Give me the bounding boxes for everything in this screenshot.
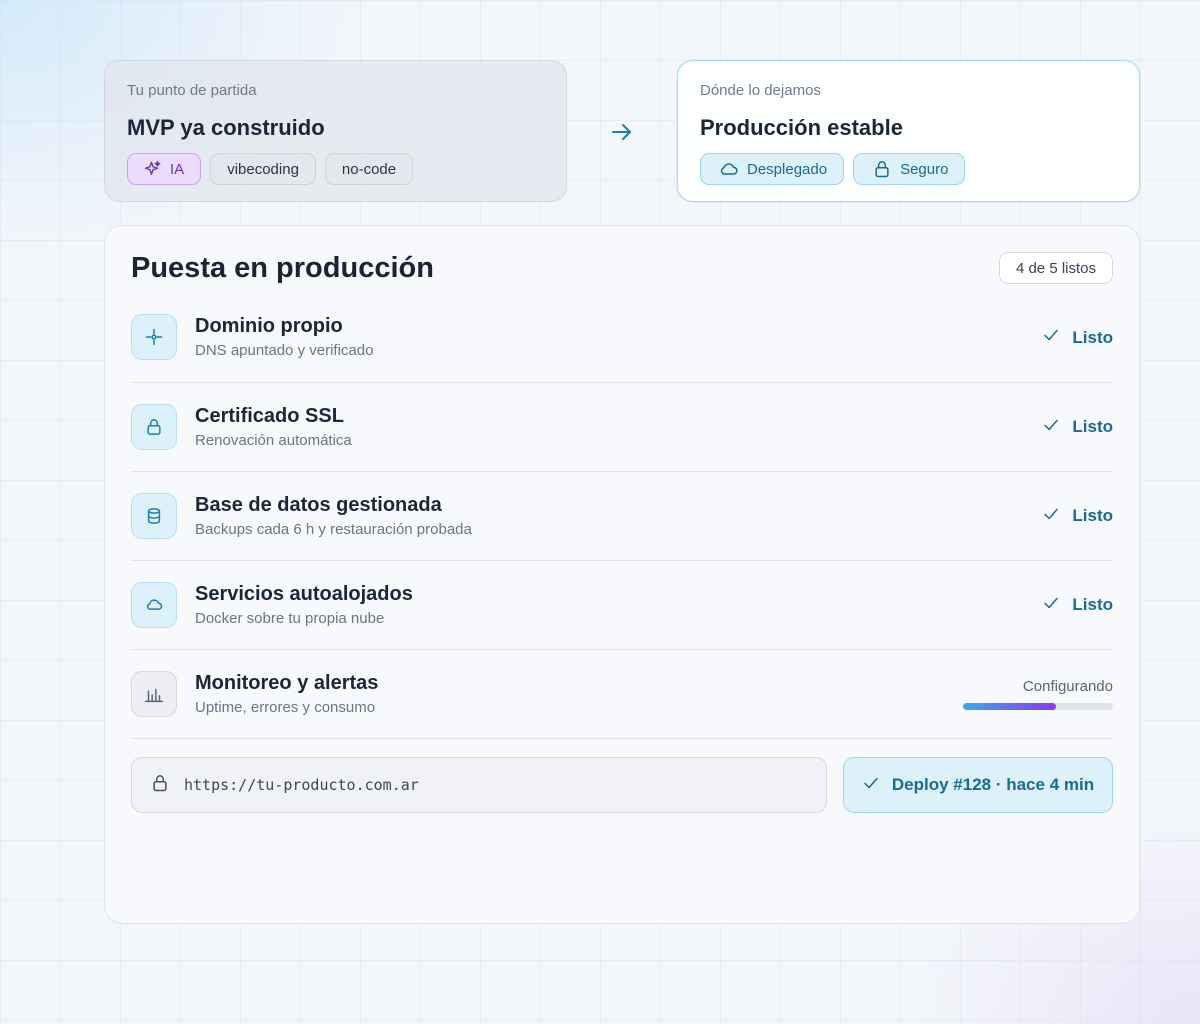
status-ready: Listo bbox=[1042, 326, 1113, 349]
item-text: Monitoreo y alertas Uptime, errores y co… bbox=[195, 671, 963, 717]
tag-no-code: no-code bbox=[324, 153, 414, 185]
status-ready: Listo bbox=[1042, 416, 1113, 439]
item-title: Monitoreo y alertas bbox=[195, 672, 379, 694]
deploy-row: https://tu-producto.com.ar Deploy #128 ·… bbox=[131, 757, 1113, 813]
end-card-eyebrow: Dónde lo dejamos bbox=[700, 82, 821, 99]
status-label: Listo bbox=[1072, 417, 1113, 436]
cloud-icon bbox=[719, 159, 739, 179]
tag-desplegado: Desplegado bbox=[700, 153, 845, 185]
end-card: Dónde lo dejamos Producción estable Desp… bbox=[677, 60, 1140, 202]
database-icon bbox=[131, 493, 177, 539]
url-field[interactable]: https://tu-producto.com.ar bbox=[131, 757, 827, 813]
progress-bar bbox=[963, 703, 1113, 710]
status-label: Listo bbox=[1072, 327, 1113, 347]
lock-icon bbox=[131, 404, 177, 450]
tag-ia-label: IA bbox=[170, 160, 185, 178]
tag-seguro-label: Seguro bbox=[900, 160, 949, 178]
lock-icon bbox=[150, 773, 170, 798]
check-icon bbox=[862, 774, 880, 797]
tag-no-code-label: no-code bbox=[341, 160, 397, 178]
panel-header: Puesta en producción 4 de 5 listos bbox=[131, 226, 1113, 308]
status-ready: Listo bbox=[1042, 594, 1113, 617]
status-label: Listo bbox=[1072, 595, 1113, 614]
bar-chart-icon bbox=[131, 671, 177, 717]
sparkles-icon bbox=[144, 160, 162, 178]
url-text: https://tu-producto.com.ar bbox=[184, 776, 419, 794]
status-ready: Listo bbox=[1042, 505, 1113, 528]
checklist-item-ssl: Certificado SSL Renovación automática Li… bbox=[131, 383, 1113, 472]
item-title: Servicios autoalojados bbox=[195, 583, 413, 605]
item-text: Certificado SSL Renovación automática bbox=[195, 404, 1042, 450]
check-icon bbox=[1042, 594, 1060, 617]
start-card-eyebrow: Tu punto de partida bbox=[127, 82, 257, 99]
crosshair-icon bbox=[131, 314, 177, 360]
item-subtitle: DNS apuntado y verificado bbox=[195, 342, 374, 359]
item-title: Base de datos gestionada bbox=[195, 494, 442, 516]
checklist-item-dominio: Dominio propio DNS apuntado y verificado… bbox=[131, 308, 1113, 383]
end-card-title: Producción estable bbox=[700, 115, 903, 140]
tag-vibecoding: vibecoding bbox=[210, 153, 316, 185]
arrow-right-icon bbox=[610, 120, 634, 144]
production-panel: Puesta en producción 4 de 5 listos Domin… bbox=[104, 225, 1140, 924]
item-subtitle: Docker sobre tu propia nube bbox=[195, 610, 385, 627]
tag-desplegado-label: Desplegado bbox=[747, 160, 828, 178]
deploy-label: Deploy #128 · hace 4 min bbox=[891, 775, 1095, 794]
item-title: Certificado SSL bbox=[195, 405, 344, 427]
cloud-icon bbox=[131, 582, 177, 628]
item-subtitle: Uptime, errores y consumo bbox=[195, 699, 376, 716]
check-icon bbox=[1042, 505, 1060, 528]
item-subtitle: Backups cada 6 h y restauración probada bbox=[195, 521, 472, 538]
status-configuring: Configurando bbox=[963, 678, 1113, 710]
checklist-item-selfhosted: Servicios autoalojados Docker sobre tu p… bbox=[131, 561, 1113, 650]
status-label: Configurando bbox=[1022, 678, 1113, 695]
progress-bar-fill bbox=[963, 703, 1056, 710]
item-text: Dominio propio DNS apuntado y verificado bbox=[195, 314, 1042, 360]
check-icon bbox=[1042, 326, 1060, 349]
start-card: Tu punto de partida MVP ya construido IA… bbox=[104, 60, 567, 202]
item-text: Base de datos gestionada Backups cada 6 … bbox=[195, 493, 1042, 539]
checklist-item-database: Base de datos gestionada Backups cada 6 … bbox=[131, 472, 1113, 561]
start-card-tags: IA vibecoding no-code bbox=[127, 153, 544, 185]
item-subtitle: Renovación automática bbox=[195, 432, 352, 449]
item-text: Servicios autoalojados Docker sobre tu p… bbox=[195, 582, 1042, 628]
tag-ia: IA bbox=[127, 153, 202, 185]
lock-icon bbox=[872, 159, 892, 179]
deploy-status-button[interactable]: Deploy #128 · hace 4 min bbox=[843, 757, 1113, 813]
checklist-item-monitoring: Monitoreo y alertas Uptime, errores y co… bbox=[131, 650, 1113, 739]
end-card-tags: Desplegado Seguro bbox=[700, 153, 1117, 185]
tag-vibecoding-label: vibecoding bbox=[227, 160, 299, 178]
checklist: Dominio propio DNS apuntado y verificado… bbox=[131, 308, 1113, 739]
progress-badge: 4 de 5 listos bbox=[998, 252, 1113, 284]
start-card-title: MVP ya construido bbox=[127, 115, 325, 140]
tag-seguro: Seguro bbox=[853, 153, 966, 185]
panel-title: Puesta en producción bbox=[131, 251, 434, 284]
item-title: Dominio propio bbox=[195, 315, 343, 337]
status-label: Listo bbox=[1072, 506, 1113, 525]
check-icon bbox=[1042, 416, 1060, 439]
